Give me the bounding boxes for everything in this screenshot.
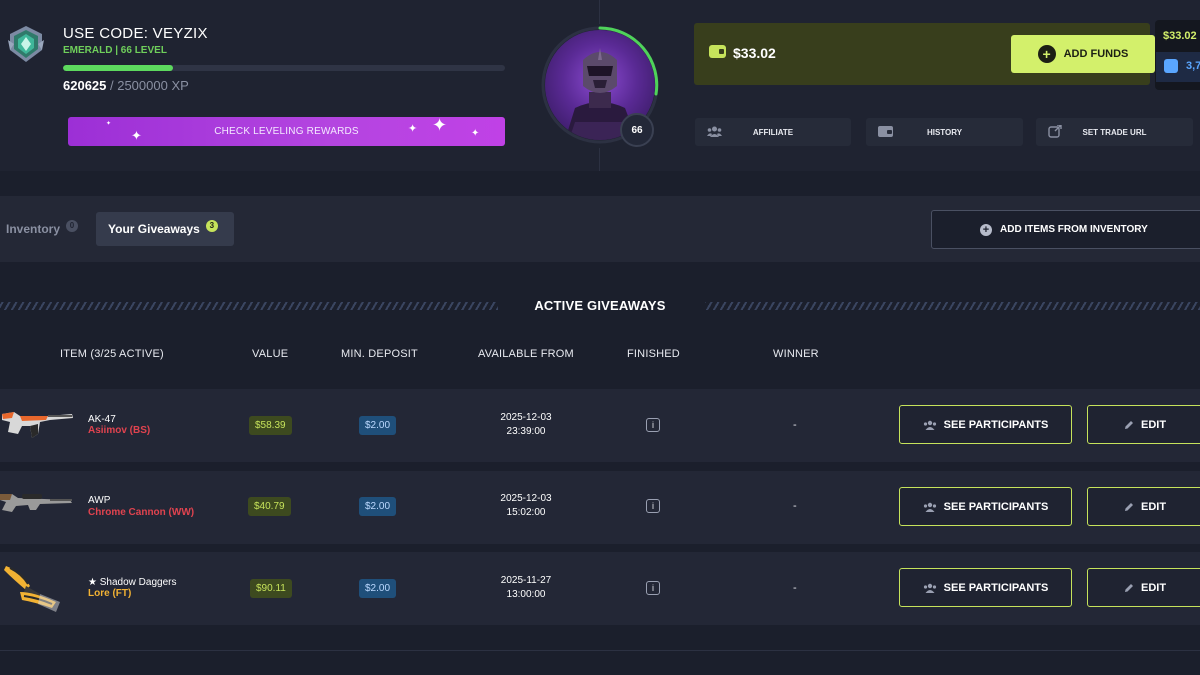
side-gem-value: 3,7 xyxy=(1186,60,1200,72)
available-from-date: 2025-12-03 23:39:00 xyxy=(471,411,581,439)
edit-button[interactable]: EDIT xyxy=(1087,487,1200,526)
sparkle-icon: ✦ xyxy=(408,123,418,135)
users-icon xyxy=(923,502,936,512)
header-divider-top xyxy=(599,0,600,24)
sparkle-icon: ✦ xyxy=(106,121,112,127)
pencil-icon xyxy=(1125,420,1133,429)
edit-label: EDIT xyxy=(1141,418,1167,431)
column-header-finished: FINISHED xyxy=(627,348,680,360)
add-items-label: ADD ITEMS FROM INVENTORY xyxy=(1000,224,1148,235)
tab-your-giveaways[interactable]: Your Giveaways 3 xyxy=(96,212,234,246)
info-icon[interactable]: i xyxy=(646,418,660,432)
balance-amount: $33.02 xyxy=(733,45,776,61)
add-funds-button[interactable]: + ADD FUNDS xyxy=(1011,35,1155,73)
item-skin: Chrome Cannon (WW) xyxy=(88,507,195,518)
available-date: 2025-12-03 xyxy=(500,493,552,504)
min-deposit-badge: $2.00 xyxy=(359,579,397,598)
available-time: 15:02:00 xyxy=(506,507,546,518)
ak47-weapon-image xyxy=(2,412,73,438)
shadow-daggers-image xyxy=(4,566,60,612)
sparkle-icon: ✦ xyxy=(432,117,448,135)
item-skin: Lore (FT) xyxy=(88,588,132,599)
min-deposit-badge: $2.00 xyxy=(359,416,397,435)
emerald-rank-badge-icon xyxy=(8,26,44,62)
wallet-history-icon xyxy=(878,126,893,137)
xp-text: 620625 / 2500000 XP xyxy=(63,78,189,93)
set-trade-url-button[interactable]: SET TRADE URL xyxy=(1036,118,1193,146)
gem-icon xyxy=(1164,59,1178,73)
tab-inventory-label: Inventory xyxy=(6,222,61,236)
available-from-date: 2025-12-03 15:02:00 xyxy=(471,492,581,520)
xp-total: / 2500000 XP xyxy=(106,78,189,93)
column-header-value: VALUE xyxy=(252,348,289,360)
available-time: 23:39:00 xyxy=(506,426,546,437)
plus-icon: + xyxy=(1037,45,1056,63)
winner-value: - xyxy=(793,419,797,431)
available-from-date: 2025-11-27 13:00:00 xyxy=(471,574,581,602)
check-leveling-rewards-label: CHECK LEVELING REWARDS xyxy=(214,126,359,137)
check-leveling-rewards-button[interactable]: ✦ ✦ ✦ ✦ ✦ CHECK LEVELING REWARDS xyxy=(68,117,505,146)
add-items-from-inventory-button[interactable]: + ADD ITEMS FROM INVENTORY xyxy=(931,210,1200,249)
available-time: 13:00:00 xyxy=(506,589,546,600)
tab-giveaways-count: 3 xyxy=(205,220,218,232)
item-value-badge: $90.11 xyxy=(250,579,292,598)
giveaways-page: USE CODE: VEYZIX EMERALD | 66 LEVEL 6206… xyxy=(0,0,1200,675)
tab-inventory[interactable]: Inventory 0 xyxy=(6,212,79,246)
level-badge: 66 xyxy=(620,113,654,147)
winner-value: - xyxy=(793,500,797,512)
edit-label: EDIT xyxy=(1141,500,1167,513)
see-participants-label: SEE PARTICIPANTS xyxy=(943,500,1049,513)
column-header-available-from: AVAILABLE FROM xyxy=(478,348,574,360)
pencil-icon xyxy=(1125,583,1133,592)
add-funds-label: ADD FUNDS xyxy=(1063,48,1129,60)
side-balance-amount: $33.02 xyxy=(1163,30,1197,42)
item-value-badge: $58.39 xyxy=(249,416,292,435)
info-icon[interactable]: i xyxy=(646,581,660,595)
min-deposit-badge: $2.00 xyxy=(359,497,397,516)
awp-weapon-image xyxy=(0,494,72,512)
users-icon xyxy=(923,583,936,593)
header-divider-bottom xyxy=(599,148,600,171)
history-button[interactable]: HISTORY xyxy=(866,118,1023,146)
wallet-icon xyxy=(709,45,726,58)
active-giveaways-title: ACTIVE GIVEAWAYS xyxy=(534,298,666,313)
external-link-icon xyxy=(1048,125,1062,138)
see-participants-button[interactable]: SEE PARTICIPANTS xyxy=(899,487,1072,526)
edit-button[interactable]: EDIT xyxy=(1087,568,1200,607)
see-participants-button[interactable]: SEE PARTICIPANTS xyxy=(899,405,1072,444)
header-gap xyxy=(0,171,1200,196)
column-header-min-deposit: MIN. DEPOSIT xyxy=(341,348,418,360)
plus-icon: + xyxy=(980,223,992,236)
affiliate-button[interactable]: AFFILIATE xyxy=(695,118,851,146)
xp-progress-fill xyxy=(63,65,173,71)
pencil-icon xyxy=(1125,502,1133,511)
winner-value: - xyxy=(793,582,797,594)
available-date: 2025-11-27 xyxy=(500,575,552,586)
table-bottom-divider xyxy=(0,650,1200,651)
available-date: 2025-12-03 xyxy=(500,412,552,423)
info-icon[interactable]: i xyxy=(646,499,660,513)
item-name: ★ Shadow Daggers xyxy=(88,577,177,588)
column-header-item: ITEM (3/25 ACTIVE) xyxy=(60,348,164,360)
column-header-winner: WINNER xyxy=(773,348,819,360)
rank-level-text: EMERALD | 66 LEVEL xyxy=(63,45,167,56)
tab-inventory-count: 0 xyxy=(66,220,79,232)
see-participants-label: SEE PARTICIPANTS xyxy=(943,581,1049,594)
edit-button[interactable]: EDIT xyxy=(1087,405,1200,444)
use-code-text: USE CODE: VEYZIX xyxy=(63,25,208,42)
users-icon xyxy=(923,420,936,430)
see-participants-button[interactable]: SEE PARTICIPANTS xyxy=(899,568,1072,607)
item-skin: Asiimov (BS) xyxy=(88,425,151,436)
sparkle-icon: ✦ xyxy=(131,128,143,143)
sparkle-icon: ✦ xyxy=(471,128,480,139)
item-name: AK-47 xyxy=(88,414,116,425)
xp-progress-bar xyxy=(63,65,505,71)
tab-giveaways-label: Your Giveaways xyxy=(108,222,200,236)
edit-label: EDIT xyxy=(1141,581,1167,594)
item-name: AWP xyxy=(88,495,111,506)
see-participants-label: SEE PARTICIPANTS xyxy=(943,418,1049,431)
item-value-badge: $40.79 xyxy=(248,497,291,516)
users-icon xyxy=(707,126,722,137)
xp-current: 620625 xyxy=(63,78,107,93)
